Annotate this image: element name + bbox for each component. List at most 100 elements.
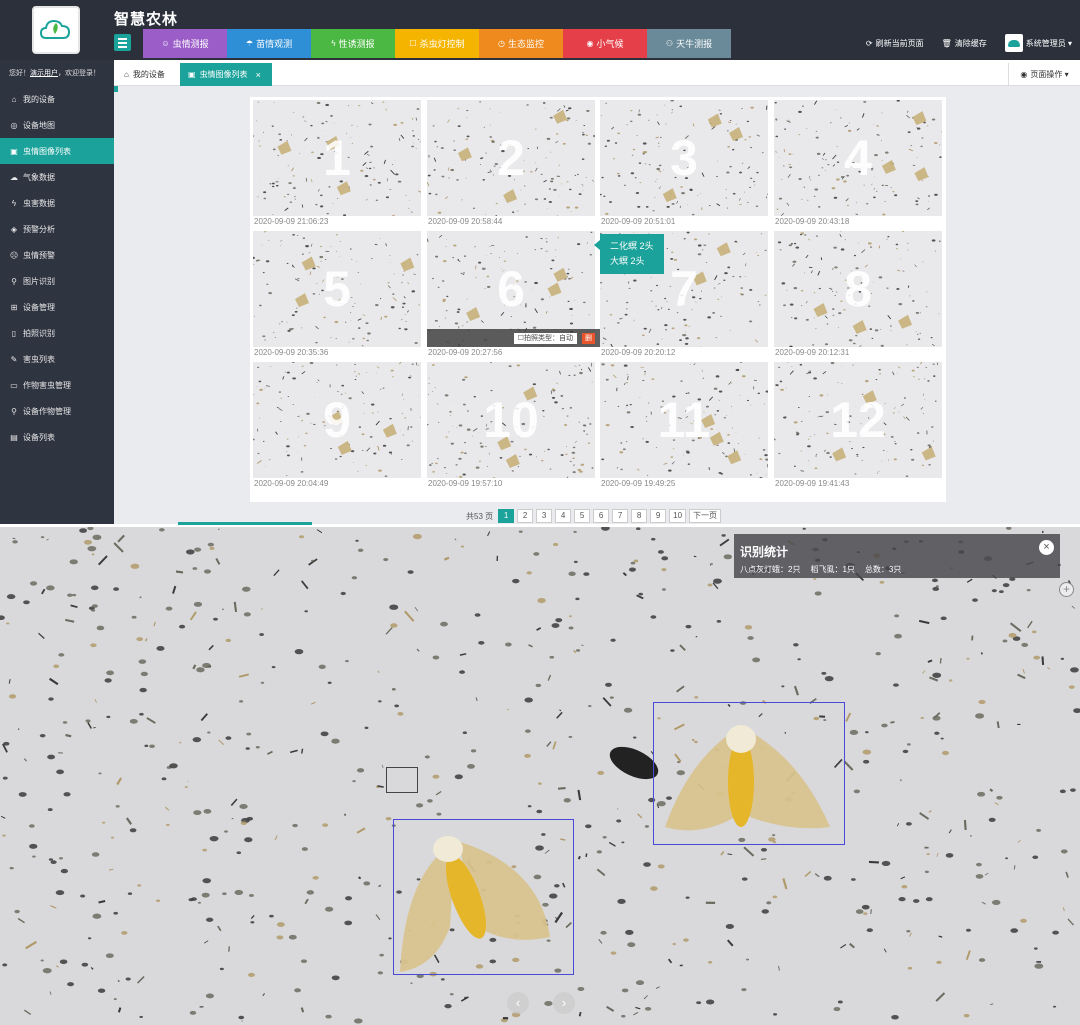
- sidebar-item[interactable]: ϟ 虫害数据: [0, 190, 114, 216]
- trap-thumbnail[interactable]: 12: [774, 362, 942, 478]
- image-icon: ▣: [188, 70, 196, 79]
- next-image-button[interactable]: ›: [553, 992, 575, 1014]
- page-button[interactable]: 8: [631, 509, 648, 523]
- trap-thumbnail[interactable]: 3: [600, 100, 768, 216]
- sidebar-item[interactable]: ⌂ 我的设备: [0, 86, 114, 112]
- page-tabbar: ⌂ 我的设备 ▣ 虫情图像列表 × ◉ 页面操作 ▾: [114, 60, 1080, 86]
- trap-thumbnail[interactable]: 11: [600, 362, 768, 478]
- page-button[interactable]: 7: [612, 509, 629, 523]
- trap-thumbnail[interactable]: 2: [427, 100, 595, 216]
- beetle-icon: ⚇: [665, 39, 674, 48]
- image-card[interactable]: 10 2020-09-09 19:57:10: [427, 362, 595, 488]
- image-timestamp: 2020-09-09 20:12:31: [775, 348, 850, 357]
- stat-item: 总数：3只: [864, 565, 902, 574]
- image-card[interactable]: 4 2020-09-09 20:43:18: [774, 100, 942, 226]
- nav-tab[interactable]: ϟ 性诱测报: [311, 29, 395, 58]
- sidebar-item[interactable]: ▣ 虫情图像列表: [0, 138, 114, 164]
- trap-thumbnail[interactable]: 1: [253, 100, 421, 216]
- trap-thumbnail[interactable]: 9: [253, 362, 421, 478]
- sidebar-item[interactable]: ☹ 虫情预警: [0, 242, 114, 268]
- trap-thumbnail[interactable]: 6 ☐拍照类型：自动删: [427, 231, 601, 347]
- image-number: 1: [323, 130, 351, 186]
- detection-box[interactable]: [393, 819, 574, 975]
- seedling-icon: ☂: [245, 39, 254, 48]
- detection-tooltip: 二化螟 2头 大螟 2头: [594, 234, 664, 274]
- zoom-in-icon[interactable]: +: [1059, 582, 1074, 597]
- close-icon[interactable]: ×: [1039, 540, 1054, 555]
- bug-icon: ☺: [161, 39, 170, 48]
- trap-thumbnail[interactable]: 8: [774, 231, 942, 347]
- image-card[interactable]: 6 ☐拍照类型：自动删 2020-09-09 20:27:56: [427, 231, 601, 357]
- sidebar-item[interactable]: ✎ 害虫列表: [0, 346, 114, 372]
- sidebar-item[interactable]: ▯ 拍照识别: [0, 320, 114, 346]
- accent-line: [114, 86, 118, 92]
- sidebar-item[interactable]: ▤ 设备列表: [0, 424, 114, 450]
- image-card[interactable]: 12 2020-09-09 19:41:43: [774, 362, 942, 488]
- menu-icon: ◈: [10, 224, 18, 234]
- sidebar-item[interactable]: ⚲ 设备作物管理: [0, 398, 114, 424]
- pagination: 共53 页 1 2 3 4 5 6 7 8 9 10 下一页: [466, 509, 722, 523]
- trap-thumbnail[interactable]: 4: [774, 100, 942, 216]
- prev-image-button[interactable]: ‹: [507, 992, 529, 1014]
- image-card[interactable]: 11 2020-09-09 19:49:25: [600, 362, 768, 488]
- menu-toggle-button[interactable]: [114, 34, 131, 51]
- detection-box[interactable]: [653, 702, 845, 845]
- trap-thumbnail[interactable]: 10: [427, 362, 595, 478]
- nav-tab[interactable]: ⚇ 天牛测报: [647, 29, 731, 58]
- capture-type-label: ☐拍照类型：自动: [513, 333, 577, 344]
- menu-icon: ☁: [10, 172, 18, 182]
- page-button[interactable]: 3: [536, 509, 553, 523]
- image-number: 10: [483, 392, 539, 448]
- page-button[interactable]: 9: [650, 509, 667, 523]
- next-page-button[interactable]: 下一页: [689, 509, 722, 523]
- trap-thumbnail[interactable]: 5: [253, 231, 421, 347]
- nav-tab[interactable]: ☺ 虫情测报: [143, 29, 227, 58]
- clear-cache-button[interactable]: 🗑 清除缓存: [942, 38, 987, 49]
- sidebar-item[interactable]: ⚲ 图片识别: [0, 268, 114, 294]
- image-card[interactable]: 2 2020-09-09 20:58:44: [427, 100, 595, 226]
- image-card[interactable]: 8 2020-09-09 20:12:31: [774, 231, 942, 357]
- page-ops-dropdown[interactable]: ◉ 页面操作 ▾: [1008, 63, 1080, 85]
- image-card[interactable]: 9 2020-09-09 20:04:49: [253, 362, 421, 488]
- nav-tab[interactable]: ◉ 小气候: [563, 29, 647, 58]
- image-card[interactable]: 5 2020-09-09 20:35:36: [253, 231, 421, 357]
- sidebar-item[interactable]: ☁ 气象数据: [0, 164, 114, 190]
- avatar: [1004, 34, 1023, 52]
- refresh-page-button[interactable]: ⟳ 刷新当前页面: [866, 38, 924, 49]
- delete-button[interactable]: 删: [582, 333, 595, 344]
- nav-tab[interactable]: ◷ 生态监控: [479, 29, 563, 58]
- image-timestamp: 2020-09-09 20:58:44: [428, 217, 503, 226]
- page-button[interactable]: 5: [574, 509, 591, 523]
- menu-icon: ⚲: [11, 406, 17, 416]
- image-card[interactable]: 3 2020-09-09 20:51:01: [600, 100, 768, 226]
- sidebar: 您好！演示用户，欢迎登录！ ⌂ 我的设备 ◎ 设备地图 ▣ 虫情图像列表 ☁ 气象数据 ϟ 虫害数…: [0, 60, 114, 524]
- stats-line: 八点灰灯蛾：2只 稻飞虱：1只 总数：3只: [740, 564, 901, 575]
- page-button[interactable]: 10: [669, 509, 687, 523]
- detection-box[interactable]: [386, 767, 418, 793]
- close-icon[interactable]: ×: [256, 70, 261, 80]
- tab-pest-image-list[interactable]: ▣ 虫情图像列表 ×: [180, 63, 272, 86]
- sidebar-item[interactable]: ◎ 设备地图: [0, 112, 114, 138]
- sidebar-menu: ⌂ 我的设备 ◎ 设备地图 ▣ 虫情图像列表 ☁ 气象数据 ϟ 虫害数据 ◈ 预警分析 ☹ 虫情预警 ⚲ 图片…: [0, 86, 114, 450]
- user-link[interactable]: 演示用户: [30, 70, 58, 77]
- image-card[interactable]: 1 2020-09-09 21:06:23: [253, 100, 421, 226]
- pheromone-icon: ϟ: [331, 39, 336, 48]
- menu-icon: ϟ: [11, 198, 17, 208]
- page-button[interactable]: 1: [498, 509, 515, 523]
- menu-icon: ⚲: [11, 276, 17, 286]
- tab-my-devices[interactable]: ⌂ 我的设备: [116, 63, 180, 86]
- image-number: 12: [830, 392, 886, 448]
- stat-item: 稻飞虱：1只: [810, 565, 855, 574]
- sidebar-item[interactable]: ⊞ 设备管理: [0, 294, 114, 320]
- nav-tab[interactable]: ☐ 杀虫灯控制: [395, 29, 479, 58]
- page-button[interactable]: 6: [593, 509, 610, 523]
- image-timestamp: 2020-09-09 20:27:56: [428, 348, 503, 357]
- nav-tab[interactable]: ☂ 苗情观测: [227, 29, 311, 58]
- image-number: 5: [323, 261, 351, 317]
- sidebar-item[interactable]: ◈ 预警分析: [0, 216, 114, 242]
- page-button[interactable]: 4: [555, 509, 572, 523]
- sidebar-item[interactable]: ▭ 作物害虫管理: [0, 372, 114, 398]
- user-menu[interactable]: 系统管理员 ▾: [1004, 34, 1072, 52]
- header-actions: ⟳ 刷新当前页面 🗑 清除缓存 系统管理员 ▾: [866, 34, 1072, 52]
- page-button[interactable]: 2: [517, 509, 534, 523]
